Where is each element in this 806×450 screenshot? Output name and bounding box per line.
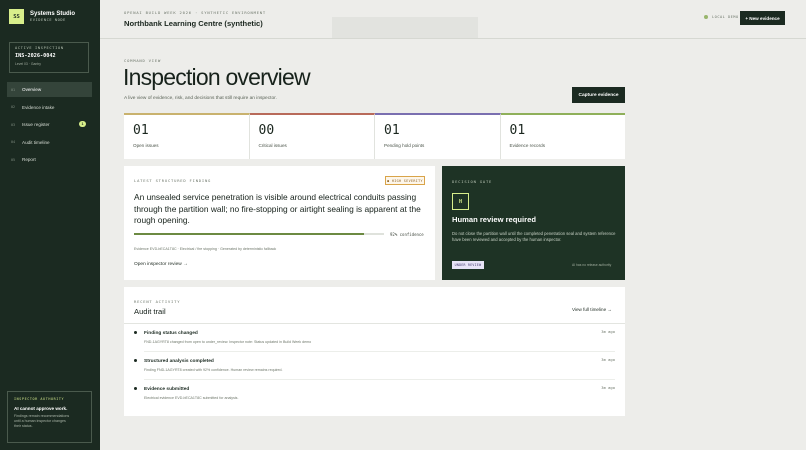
active-inspection-label: ACTIVE INSPECTION [15,46,64,50]
authority-title: AI cannot approve work. [14,406,68,411]
finding-title: An unsealed service penetration is visib… [134,192,421,225]
command-view-kicker: COMMAND VIEW [124,58,162,63]
event-description: Electrical evidence EVD-bECA1T8C submitt… [144,396,239,400]
finding-kicker: LATEST STRUCTURED FINDING [134,178,212,183]
event-time: 3m ago [601,329,615,334]
sidebar-nav: 01 Overview 02 Evidence intake 03 Issue … [7,82,92,170]
brand[interactable]: SS Systems Studio EVIDENCE NODE [9,9,75,24]
event-bullet-icon [134,359,137,362]
confidence-bar-fill [134,233,364,235]
decision-gate-title: Human review required [452,215,536,224]
header-divider [100,38,806,39]
authority-label: INSPECTOR AUTHORITY [14,397,65,401]
new-evidence-button[interactable]: + New evidence [740,11,785,25]
local-demo-label: LOCAL DEMO [712,15,739,19]
decision-gate-kicker: DECISION GATE [452,179,493,184]
sidebar-item-report[interactable]: 05 Report [7,152,92,167]
sidebar-item-evidence-intake[interactable]: 02 Evidence intake [7,100,92,115]
nav-number: 04 [11,140,16,144]
human-review-icon: H [452,193,469,210]
activity-divider [124,323,625,324]
nav-number: 01 [11,87,16,92]
brand-name: Systems Studio [30,10,76,17]
nav-number: 03 [11,122,16,127]
active-inspection-id: INS-2026-0042 [15,53,56,59]
under-review-badge: UNDER REVIEW [452,261,484,269]
metric-pending-hold-points[interactable]: 01 Pending hold points [375,113,501,159]
open-inspector-review-link[interactable]: Open inspector review → [134,262,188,267]
header-placeholder-panel [332,17,478,39]
inspector-authority-card: INSPECTOR AUTHORITY AI cannot approve wo… [7,391,92,443]
page-title: Inspection overview [123,64,311,90]
high-severity-badge: ● HIGH SEVERITY [385,176,425,185]
event-description: FND-1AGYRT8 changed from open to under_r… [144,340,312,344]
brand-subtitle: EVIDENCE NODE [30,17,66,22]
sidebar-item-label: Overview [22,87,42,92]
metric-evidence-records[interactable]: 01 Evidence records [500,113,625,159]
event-description: Finding FND-1AGYRT8 created with 92% con… [144,368,283,372]
event-time: 3m ago [601,385,615,390]
sidebar-item-label: Report [22,157,36,162]
site-title: Northbank Learning Centre (synthetic) [124,19,263,28]
activity-kicker: RECENT ACTIVITY [134,299,181,304]
metric-label: Evidence records [509,143,546,148]
local-demo-indicator: LOCAL DEMO [704,15,739,19]
event-time: 3m ago [601,357,615,362]
event-title: Finding status changed [144,331,198,336]
event-title: Structured analysis completed [144,359,214,364]
confidence-bar [134,233,384,235]
brand-logo: SS [9,9,24,24]
status-dot-icon [704,15,708,19]
metric-label: Open issues [133,143,159,148]
metric-value: 01 [133,123,149,138]
metric-value: 01 [509,123,526,138]
metric-open-issues[interactable]: 01 Open issues [124,113,250,159]
capture-evidence-button[interactable]: Capture evidence [572,87,625,103]
metric-label: Pending hold points [384,143,425,148]
sidebar-item-audit-timeline[interactable]: 04 Audit timeline [7,135,92,150]
view-full-timeline-link[interactable]: View full timeline → [572,307,612,312]
authority-desc-line: their status. [14,424,33,428]
sidebar: SS Systems Studio EVIDENCE NODE ACTIVE I… [0,0,100,450]
event-bullet-icon [134,331,137,334]
authority-description: Findings remain recommendations until a … [14,414,85,429]
nav-number: 02 [11,105,16,109]
sidebar-item-label: Audit timeline [22,139,50,145]
metric-value: 00 [258,123,275,138]
active-inspection-card[interactable]: ACTIVE INSPECTION INS-2026-0042 Level 03… [9,42,89,73]
nav-number: 05 [11,157,16,162]
header-kicker: OPENAI BUILD WEEK 2026 · SYNTHETIC ENVIR… [124,10,266,15]
sidebar-item-issue-register[interactable]: 03 Issue register 1 [7,117,92,132]
confidence-label: 92% confidence [390,232,424,237]
release-authority-note: AI has no release authority [572,263,612,267]
issue-count-badge: 1 [79,121,86,127]
page-subtitle: A live view of evidence, risk, and decis… [124,96,277,101]
metrics-row: 01 Open issues 00 Critical issues 01 Pen… [124,113,625,159]
active-inspection-level: Level 03 · Gantry [15,62,42,66]
event-divider [144,379,615,380]
event-divider [144,351,615,352]
sidebar-item-label: Issue register [22,122,50,127]
event-bullet-icon [134,387,137,390]
sidebar-item-overview[interactable]: 01 Overview [7,82,92,97]
sidebar-item-label: Evidence intake [22,104,55,110]
decision-gate-description: Do not close the partition wall until th… [452,231,616,242]
finding-evidence-line: Evidence EVD-bECA1T8C · Electrical / fir… [134,247,277,251]
metric-critical-issues[interactable]: 00 Critical issues [249,113,375,159]
audit-trail-title: Audit trail [134,307,166,316]
event-title: Evidence submitted [144,387,190,392]
metric-value: 01 [384,123,400,138]
metric-label: Critical issues [258,143,287,148]
